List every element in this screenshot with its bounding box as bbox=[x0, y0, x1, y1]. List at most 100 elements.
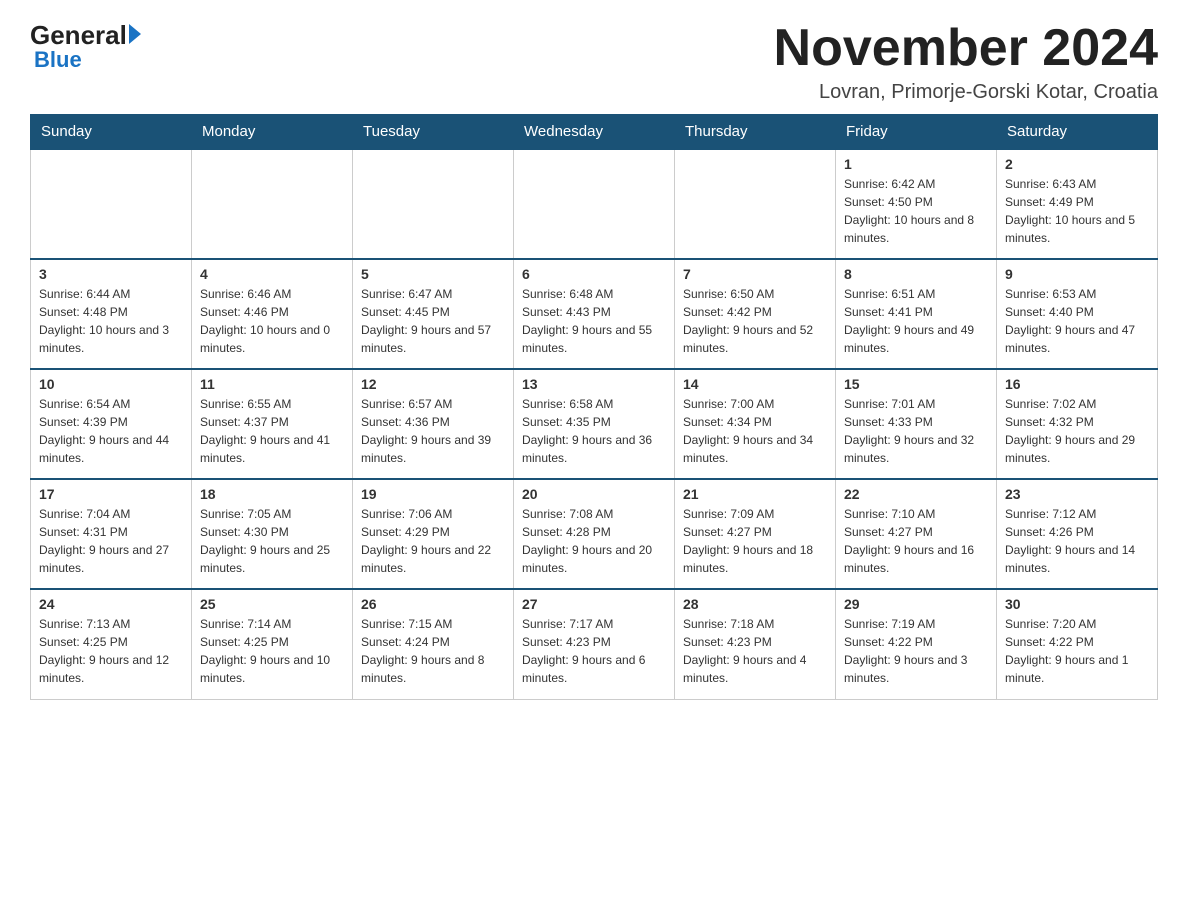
day-number: 7 bbox=[683, 266, 827, 282]
calendar-table: Sunday Monday Tuesday Wednesday Thursday… bbox=[30, 114, 1158, 700]
day-number: 30 bbox=[1005, 596, 1149, 612]
table-row bbox=[192, 149, 353, 259]
day-number: 12 bbox=[361, 376, 505, 392]
day-number: 14 bbox=[683, 376, 827, 392]
table-row: 30 Sunrise: 7:20 AM Sunset: 4:22 PM Dayli… bbox=[997, 589, 1158, 699]
day-info: Sunrise: 6:46 AM Sunset: 4:46 PM Dayligh… bbox=[200, 285, 344, 357]
calendar-week-row: 17 Sunrise: 7:04 AM Sunset: 4:31 PM Dayli… bbox=[31, 479, 1158, 589]
table-row: 29 Sunrise: 7:19 AM Sunset: 4:22 PM Dayli… bbox=[836, 589, 997, 699]
table-row: 28Sunrise: 7:18 AM Sunset: 4:23 PM Dayli… bbox=[675, 589, 836, 699]
table-row: 3Sunrise: 6:44 AM Sunset: 4:48 PM Daylig… bbox=[31, 259, 192, 369]
day-info: Sunrise: 6:43 AM Sunset: 4:49 PM Dayligh… bbox=[1005, 175, 1149, 247]
day-number: 26 bbox=[361, 596, 505, 612]
day-info: Sunrise: 7:12 AM Sunset: 4:26 PM Dayligh… bbox=[1005, 505, 1149, 577]
table-row: 16Sunrise: 7:02 AM Sunset: 4:32 PM Dayli… bbox=[997, 369, 1158, 479]
table-row: 15 Sunrise: 7:01 AM Sunset: 4:33 PM Dayli… bbox=[836, 369, 997, 479]
col-saturday: Saturday bbox=[997, 115, 1158, 150]
day-info: Sunrise: 6:54 AM Sunset: 4:39 PM Dayligh… bbox=[39, 395, 183, 467]
table-row: 27 Sunrise: 7:17 AM Sunset: 4:23 PM Dayli… bbox=[514, 589, 675, 699]
day-info: Sunrise: 7:15 AM Sunset: 4:24 PM Dayligh… bbox=[361, 615, 505, 687]
logo-arrow-icon bbox=[129, 24, 141, 44]
day-number: 5 bbox=[361, 266, 505, 282]
table-row: 18 Sunrise: 7:05 AM Sunset: 4:30 PM Dayli… bbox=[192, 479, 353, 589]
day-number: 21 bbox=[683, 486, 827, 502]
day-info: Sunrise: 6:47 AM Sunset: 4:45 PM Dayligh… bbox=[361, 285, 505, 357]
day-number: 15 bbox=[844, 376, 988, 392]
day-number: 9 bbox=[1005, 266, 1149, 282]
day-info: Sunrise: 7:01 AM Sunset: 4:33 PM Dayligh… bbox=[844, 395, 988, 467]
day-info: Sunrise: 6:55 AM Sunset: 4:37 PM Dayligh… bbox=[200, 395, 344, 467]
day-number: 1 bbox=[844, 156, 988, 172]
table-row: 4Sunrise: 6:46 AM Sunset: 4:46 PM Daylig… bbox=[192, 259, 353, 369]
day-number: 25 bbox=[200, 596, 344, 612]
page-header: General Blue November 2024 Lovran, Primo… bbox=[30, 20, 1158, 104]
logo-blue: Blue bbox=[34, 47, 82, 73]
table-row: 20 Sunrise: 7:08 AM Sunset: 4:28 PM Dayli… bbox=[514, 479, 675, 589]
day-number: 6 bbox=[522, 266, 666, 282]
col-thursday: Thursday bbox=[675, 115, 836, 150]
table-row bbox=[675, 149, 836, 259]
day-info: Sunrise: 7:14 AM Sunset: 4:25 PM Dayligh… bbox=[200, 615, 344, 687]
day-info: Sunrise: 7:04 AM Sunset: 4:31 PM Dayligh… bbox=[39, 505, 183, 577]
table-row: 1 Sunrise: 6:42 AM Sunset: 4:50 PM Daylig… bbox=[836, 149, 997, 259]
table-row: 9 Sunrise: 6:53 AM Sunset: 4:40 PM Daylig… bbox=[997, 259, 1158, 369]
calendar-header-row: Sunday Monday Tuesday Wednesday Thursday… bbox=[31, 115, 1158, 150]
day-number: 22 bbox=[844, 486, 988, 502]
table-row: 5 Sunrise: 6:47 AM Sunset: 4:45 PM Daylig… bbox=[353, 259, 514, 369]
day-number: 10 bbox=[39, 376, 183, 392]
table-row: 2 Sunrise: 6:43 AM Sunset: 4:49 PM Daylig… bbox=[997, 149, 1158, 259]
day-info: Sunrise: 6:53 AM Sunset: 4:40 PM Dayligh… bbox=[1005, 285, 1149, 357]
day-number: 13 bbox=[522, 376, 666, 392]
day-number: 19 bbox=[361, 486, 505, 502]
day-info: Sunrise: 7:10 AM Sunset: 4:27 PM Dayligh… bbox=[844, 505, 988, 577]
day-number: 2 bbox=[1005, 156, 1149, 172]
calendar-week-row: 10 Sunrise: 6:54 AM Sunset: 4:39 PM Dayli… bbox=[31, 369, 1158, 479]
day-info: Sunrise: 7:19 AM Sunset: 4:22 PM Dayligh… bbox=[844, 615, 988, 687]
day-number: 20 bbox=[522, 486, 666, 502]
day-number: 8 bbox=[844, 266, 988, 282]
day-info: Sunrise: 7:13 AM Sunset: 4:25 PM Dayligh… bbox=[39, 615, 183, 687]
calendar-week-row: 3Sunrise: 6:44 AM Sunset: 4:48 PM Daylig… bbox=[31, 259, 1158, 369]
day-info: Sunrise: 6:44 AM Sunset: 4:48 PM Dayligh… bbox=[39, 285, 183, 357]
col-wednesday: Wednesday bbox=[514, 115, 675, 150]
day-info: Sunrise: 6:51 AM Sunset: 4:41 PM Dayligh… bbox=[844, 285, 988, 357]
calendar-week-row: 1 Sunrise: 6:42 AM Sunset: 4:50 PM Daylig… bbox=[31, 149, 1158, 259]
table-row: 10 Sunrise: 6:54 AM Sunset: 4:39 PM Dayli… bbox=[31, 369, 192, 479]
title-section: November 2024 Lovran, Primorje-Gorski Ko… bbox=[774, 20, 1158, 104]
day-number: 24 bbox=[39, 596, 183, 612]
day-info: Sunrise: 7:09 AM Sunset: 4:27 PM Dayligh… bbox=[683, 505, 827, 577]
day-info: Sunrise: 6:42 AM Sunset: 4:50 PM Dayligh… bbox=[844, 175, 988, 247]
table-row: 19Sunrise: 7:06 AM Sunset: 4:29 PM Dayli… bbox=[353, 479, 514, 589]
day-info: Sunrise: 7:00 AM Sunset: 4:34 PM Dayligh… bbox=[683, 395, 827, 467]
col-tuesday: Tuesday bbox=[353, 115, 514, 150]
table-row: 7 Sunrise: 6:50 AM Sunset: 4:42 PM Daylig… bbox=[675, 259, 836, 369]
table-row bbox=[31, 149, 192, 259]
day-number: 17 bbox=[39, 486, 183, 502]
day-info: Sunrise: 7:20 AM Sunset: 4:22 PM Dayligh… bbox=[1005, 615, 1149, 687]
day-info: Sunrise: 6:58 AM Sunset: 4:35 PM Dayligh… bbox=[522, 395, 666, 467]
day-info: Sunrise: 7:05 AM Sunset: 4:30 PM Dayligh… bbox=[200, 505, 344, 577]
col-sunday: Sunday bbox=[31, 115, 192, 150]
day-info: Sunrise: 7:08 AM Sunset: 4:28 PM Dayligh… bbox=[522, 505, 666, 577]
table-row: 13 Sunrise: 6:58 AM Sunset: 4:35 PM Dayli… bbox=[514, 369, 675, 479]
day-info: Sunrise: 7:18 AM Sunset: 4:23 PM Dayligh… bbox=[683, 615, 827, 687]
day-number: 18 bbox=[200, 486, 344, 502]
day-number: 23 bbox=[1005, 486, 1149, 502]
table-row bbox=[353, 149, 514, 259]
location-subtitle: Lovran, Primorje-Gorski Kotar, Croatia bbox=[774, 81, 1158, 104]
day-info: Sunrise: 6:50 AM Sunset: 4:42 PM Dayligh… bbox=[683, 285, 827, 357]
table-row: 11 Sunrise: 6:55 AM Sunset: 4:37 PM Dayli… bbox=[192, 369, 353, 479]
day-number: 27 bbox=[522, 596, 666, 612]
day-info: Sunrise: 6:57 AM Sunset: 4:36 PM Dayligh… bbox=[361, 395, 505, 467]
table-row: 26 Sunrise: 7:15 AM Sunset: 4:24 PM Dayli… bbox=[353, 589, 514, 699]
day-info: Sunrise: 7:02 AM Sunset: 4:32 PM Dayligh… bbox=[1005, 395, 1149, 467]
col-friday: Friday bbox=[836, 115, 997, 150]
day-number: 11 bbox=[200, 376, 344, 392]
day-info: Sunrise: 7:17 AM Sunset: 4:23 PM Dayligh… bbox=[522, 615, 666, 687]
day-number: 29 bbox=[844, 596, 988, 612]
col-monday: Monday bbox=[192, 115, 353, 150]
calendar-week-row: 24 Sunrise: 7:13 AM Sunset: 4:25 PM Dayli… bbox=[31, 589, 1158, 699]
table-row: 12 Sunrise: 6:57 AM Sunset: 4:36 PM Dayli… bbox=[353, 369, 514, 479]
table-row: 6Sunrise: 6:48 AM Sunset: 4:43 PM Daylig… bbox=[514, 259, 675, 369]
table-row: 14 Sunrise: 7:00 AM Sunset: 4:34 PM Dayli… bbox=[675, 369, 836, 479]
